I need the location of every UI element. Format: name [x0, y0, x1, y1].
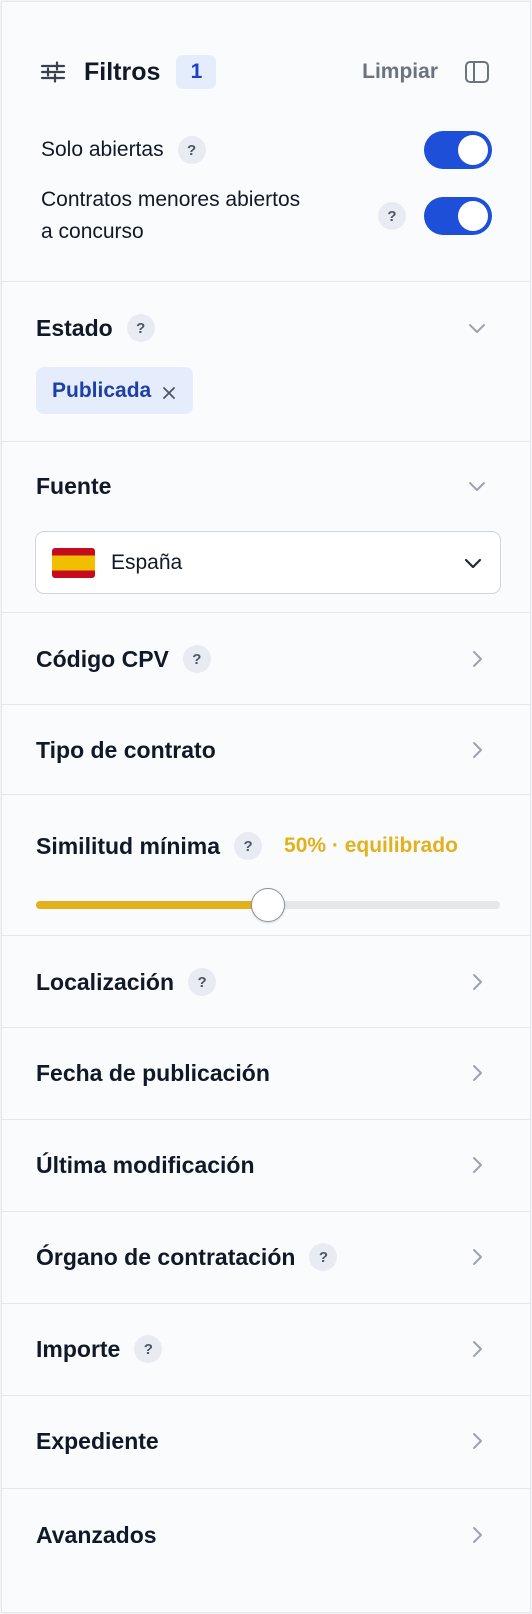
section-header-ultima-modificacion[interactable]: Última modificación [36, 1145, 488, 1185]
chevron-down-icon [466, 317, 488, 339]
sidebar-panel-icon[interactable] [464, 60, 490, 84]
switch-knob [458, 201, 488, 231]
similarity-value-label: 50% · equilibrado [284, 834, 458, 857]
chevron-down-icon [462, 552, 484, 574]
section-title: Fuente [36, 472, 112, 499]
section-title: Similitud mínima [36, 832, 221, 859]
section-header-importe[interactable]: Importe ? [36, 1329, 488, 1369]
chevron-right-icon [466, 648, 488, 670]
section-header-organo-contratacion[interactable]: Órgano de contratación ? [36, 1237, 488, 1277]
clear-filters-button[interactable]: Limpiar [362, 60, 438, 84]
section-avanzados: Avanzados [2, 1489, 530, 1609]
filters-header: Filtros 1 Limpiar Solo abiertas ? Contra… [2, 2, 530, 282]
section-header-fuente[interactable]: Fuente [36, 466, 488, 506]
chevron-right-icon [466, 1154, 488, 1176]
toggle-row-contratos-menores: Contratos menores abiertos a concurso ? [41, 184, 492, 248]
similarity-slider[interactable] [36, 888, 500, 922]
toggle-label-line2: a concurso [41, 220, 144, 243]
section-title: Código CPV [36, 645, 169, 672]
chevron-right-icon [466, 1338, 488, 1360]
toggle-row-solo-abiertas: Solo abiertas ? [41, 131, 492, 169]
contratos-menores-switch[interactable] [424, 197, 492, 235]
help-icon[interactable]: ? [378, 202, 406, 230]
section-header-localizacion[interactable]: Localización ? [36, 962, 488, 1002]
close-icon[interactable] [161, 383, 177, 399]
active-filter-count-badge: 1 [176, 55, 217, 89]
section-codigo-cpv: Código CPV ? [2, 613, 530, 705]
chevron-right-icon [466, 1062, 488, 1084]
chevron-right-icon [466, 1524, 488, 1546]
section-expediente: Expediente [2, 1396, 530, 1489]
chevron-right-icon [466, 1430, 488, 1452]
section-organo-contratacion: Órgano de contratación ? [2, 1212, 530, 1304]
filters-panel: Filtros 1 Limpiar Solo abiertas ? Contra… [1, 1, 531, 1613]
spain-flag-icon [52, 547, 95, 578]
help-icon[interactable]: ? [188, 968, 217, 996]
section-estado: Estado ? [2, 282, 530, 442]
switch-knob [458, 135, 488, 165]
chevron-right-icon [466, 739, 488, 761]
section-title: Avanzados [36, 1521, 157, 1548]
estado-chip-publicada[interactable]: Publicada [36, 367, 194, 414]
section-header-avanzados[interactable]: Avanzados [36, 1515, 488, 1555]
section-title: Tipo de contrato [36, 736, 216, 763]
fuente-selected-value: España [111, 550, 183, 574]
section-header-estado[interactable]: Estado ? [36, 308, 488, 348]
help-icon[interactable]: ? [309, 1243, 338, 1271]
section-header-fecha-publicacion[interactable]: Fecha de publicación [36, 1053, 488, 1093]
section-header-expediente[interactable]: Expediente [36, 1421, 488, 1461]
section-header-tipo-contrato[interactable]: Tipo de contrato [36, 730, 488, 770]
chevron-right-icon [466, 1246, 488, 1268]
section-title: Expediente [36, 1427, 159, 1454]
section-header-similitud: Similitud mínima ? 50% · equilibrado [36, 826, 488, 866]
header-row: Filtros 1 Limpiar [40, 54, 490, 90]
section-title: Última modificación [36, 1151, 255, 1178]
chevron-right-icon [466, 971, 488, 993]
chip-label: Publicada [52, 378, 152, 402]
section-importe: Importe ? [2, 1304, 530, 1396]
section-tipo-contrato: Tipo de contrato [2, 705, 530, 795]
solo-abiertas-switch[interactable] [424, 131, 492, 169]
help-icon[interactable]: ? [234, 832, 263, 860]
section-title: Fecha de publicación [36, 1059, 270, 1086]
section-title: Órgano de contratación [36, 1243, 296, 1270]
section-localizacion: Localización ? [2, 936, 530, 1028]
help-icon[interactable]: ? [182, 645, 211, 673]
slider-fill [36, 901, 268, 909]
section-fecha-publicacion: Fecha de publicación [2, 1028, 530, 1120]
panel-title: Filtros [84, 57, 161, 86]
slider-thumb[interactable] [251, 888, 285, 922]
section-ultima-modificacion: Última modificación [2, 1120, 530, 1212]
toggle-label-contratos-menores: Contratos menores abiertos a concurso [41, 184, 300, 248]
section-title: Estado [36, 314, 113, 341]
toggle-label-solo-abiertas: Solo abiertas [41, 138, 164, 161]
toggle-label-line1: Contratos menores abiertos [41, 188, 301, 211]
section-title: Localización [36, 968, 175, 995]
chevron-down-icon [466, 475, 488, 497]
help-icon[interactable]: ? [126, 314, 155, 342]
help-icon[interactable]: ? [177, 136, 206, 164]
section-header-codigo-cpv[interactable]: Código CPV ? [36, 639, 488, 679]
fuente-select[interactable]: España [35, 531, 501, 594]
section-title: Importe [36, 1335, 121, 1362]
help-icon[interactable]: ? [134, 1335, 163, 1363]
sliders-icon [40, 61, 66, 83]
